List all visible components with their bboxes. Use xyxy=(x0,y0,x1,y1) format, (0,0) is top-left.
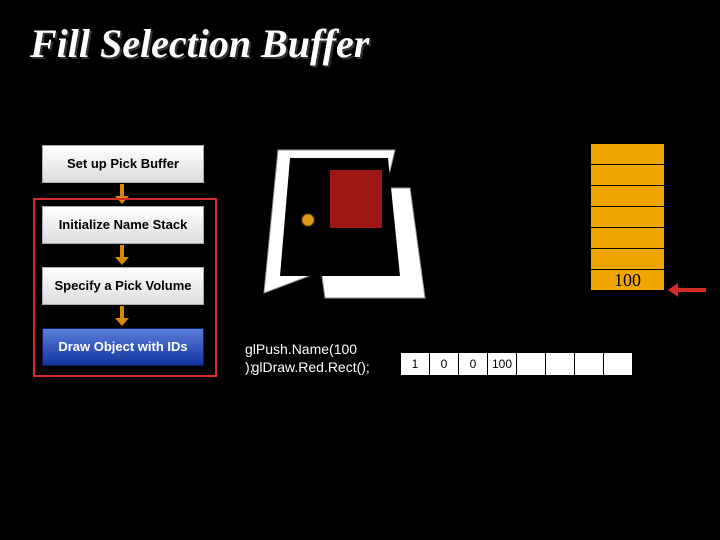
code-snippet: glPush.Name(100 );glDraw.Red.Rect(); xyxy=(245,340,370,376)
buffer-cell: 0 xyxy=(429,352,459,376)
code-line: );glDraw.Red.Rect(); xyxy=(245,358,370,376)
stack-cell-filled: 100 xyxy=(590,269,665,291)
buffer-cell xyxy=(574,352,604,376)
arrow-left-icon xyxy=(668,283,706,297)
stack-cell xyxy=(590,248,665,270)
code-line: glPush.Name(100 xyxy=(245,340,370,358)
highlight-box xyxy=(33,198,217,377)
selection-buffer: 1 0 0 100 xyxy=(400,352,633,376)
buffer-cell: 0 xyxy=(458,352,488,376)
buffer-cell xyxy=(603,352,633,376)
stack-cell xyxy=(590,206,665,228)
buffer-cell xyxy=(516,352,546,376)
name-stack: 100 xyxy=(590,143,665,291)
stack-cell xyxy=(590,185,665,207)
slide-title: Fill Selection Buffer xyxy=(30,20,369,67)
buffer-cell: 1 xyxy=(400,352,430,376)
buffer-cell: 100 xyxy=(487,352,517,376)
stack-cell xyxy=(590,164,665,186)
buffer-cell xyxy=(545,352,575,376)
stack-cell xyxy=(590,143,665,165)
step-setup-pick-buffer: Set up Pick Buffer xyxy=(42,145,204,183)
stack-cell xyxy=(590,227,665,249)
pick-volume-scene xyxy=(260,148,460,308)
